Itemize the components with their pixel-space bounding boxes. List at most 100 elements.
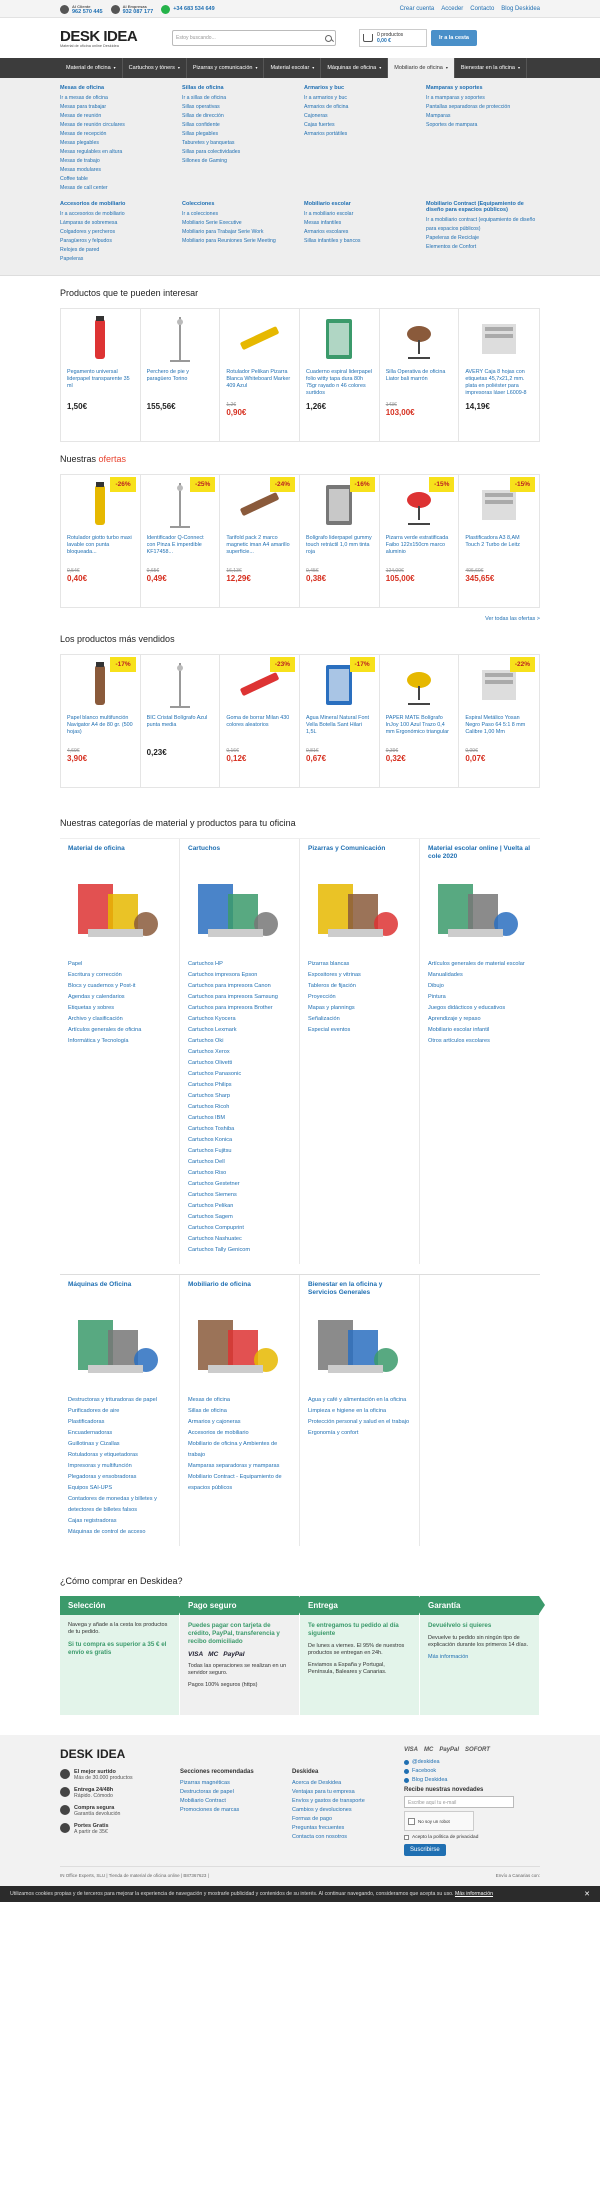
category-link[interactable]: Manualidades — [428, 970, 532, 981]
mega-menu-link[interactable]: Armarios escolares — [304, 228, 418, 237]
product-name[interactable]: Cuaderno espiral liderpapel folio witty … — [306, 369, 373, 399]
newsletter-email-input[interactable]: Escribe aquí tu e-mail — [404, 1796, 514, 1808]
category-link[interactable]: Cartuchos Pelikan — [188, 1201, 291, 1212]
nav-item[interactable]: Bienestar en la oficina ▾ — [455, 58, 528, 78]
category-link[interactable]: Destructoras y trituradoras de papel — [68, 1395, 171, 1406]
category-link[interactable]: Cartuchos Philips — [188, 1080, 291, 1091]
category-link[interactable]: Cartuchos IBM — [188, 1113, 291, 1124]
category-link[interactable]: Rotuladoras y etiquetadoras — [68, 1450, 171, 1461]
category-image[interactable] — [308, 1305, 408, 1385]
product-name[interactable]: Pegamento universal liderpapel transpare… — [67, 369, 134, 399]
category-link[interactable]: Cartuchos Compuprint — [188, 1223, 291, 1234]
category-title[interactable]: Material escolar online | Vuelta al cole… — [428, 845, 532, 865]
category-link[interactable]: Expositores y vitrinas — [308, 970, 411, 981]
category-link[interactable]: Purificadores de aire — [68, 1406, 171, 1417]
mega-menu-link[interactable]: Mesas de reunión — [60, 112, 174, 121]
social-link[interactable]: Blog Deskidea — [404, 1776, 540, 1785]
captcha-widget[interactable]: No soy un robot — [404, 1811, 474, 1831]
mega-menu-link[interactable]: Mesas plegables — [60, 139, 174, 148]
product-card[interactable]: Perchero de pie y paragüero Torino 155,56… — [141, 309, 221, 441]
mega-menu-link[interactable]: Mesas modulares — [60, 166, 174, 175]
footer-link[interactable]: Pizarras magnéticas — [180, 1779, 292, 1788]
category-link[interactable]: Cartuchos impresora Epson — [188, 970, 291, 981]
whatsapp-block[interactable]: +34 683 534 649 — [161, 4, 215, 14]
product-card[interactable]: -15% Pizarra verde estratificada Faibo 12… — [380, 475, 460, 607]
category-link[interactable]: Cartuchos Toshiba — [188, 1124, 291, 1135]
category-link[interactable]: Agendas y calendarios — [68, 992, 171, 1003]
category-link[interactable]: Aprendizaje y repaso — [428, 1014, 532, 1025]
category-title[interactable]: Cartuchos — [188, 845, 291, 865]
category-link[interactable]: Otros artículos escolares — [428, 1036, 532, 1047]
mega-menu-link[interactable]: Mesas de trabajo — [60, 157, 174, 166]
product-card[interactable]: Pegamento universal liderpapel transpare… — [61, 309, 141, 441]
product-name[interactable]: Identificador Q-Connect con Pinza E impe… — [147, 535, 214, 565]
footer-link[interactable]: Acerca de Deskidea — [292, 1779, 404, 1788]
category-link[interactable]: Cartuchos para impresora Brother — [188, 1003, 291, 1014]
category-title[interactable]: Mobiliario de oficina — [188, 1281, 291, 1301]
mega-menu-link[interactable]: Sillas plegables — [182, 130, 296, 139]
category-link[interactable]: Accesorios de mobiliario — [188, 1428, 291, 1439]
product-card[interactable]: -23% Goma de borrar Milan 430 colores ale… — [220, 655, 301, 787]
category-link[interactable]: Cartuchos Fujitsu — [188, 1146, 291, 1157]
product-image[interactable] — [155, 660, 205, 710]
mega-menu-link[interactable]: Coffee table — [60, 175, 174, 184]
footer-link[interactable]: Cambios y devoluciones — [292, 1806, 404, 1815]
nav-item[interactable]: Máquinas de oficina ▾ — [321, 58, 389, 78]
mega-menu-link[interactable]: Mobiliario para Reuniones Serie Meeting — [182, 237, 296, 246]
category-link[interactable]: Cartuchos HP — [188, 959, 291, 970]
mega-menu-link[interactable]: Mobiliario para Trabajar Serie Work — [182, 228, 296, 237]
product-name[interactable]: Rotulador Pelikan Pizarra Blanca Whitebo… — [226, 369, 293, 399]
search-icon[interactable] — [325, 34, 332, 42]
category-link[interactable]: Pizarras blancas — [308, 959, 411, 970]
cart-summary[interactable]: 0 productos 0,00 € — [359, 29, 427, 47]
product-name[interactable]: Tarifold pack 2 marco magnetic iman A4 a… — [226, 535, 293, 565]
product-name[interactable]: Goma de borrar Milan 430 colores aleator… — [226, 715, 293, 745]
create-account-link[interactable]: Crear cuenta — [400, 6, 435, 12]
mega-menu-link[interactable]: Elementos de Confort — [426, 243, 540, 252]
product-card[interactable]: -15% Plastificadora A3 8,AM Touch 2 Turbo… — [459, 475, 539, 607]
category-link[interactable]: Plegadoras y ensobradoras — [68, 1472, 171, 1483]
category-link[interactable]: Plastificadoras — [68, 1417, 171, 1428]
subscribe-button[interactable]: Suscribirse — [404, 1844, 446, 1856]
category-link[interactable]: Cartuchos Nashuatec — [188, 1234, 291, 1245]
mega-menu-link[interactable]: Mobiliario Serie Executive — [182, 219, 296, 228]
checkout-button[interactable]: Ir a la cesta — [431, 30, 477, 46]
product-name[interactable]: Plastificadora A3 8,AM Touch 2 Turbo de … — [465, 535, 533, 565]
mega-menu-link[interactable]: Mamparas — [426, 112, 540, 121]
mega-menu-link[interactable]: Relojes de pared — [60, 246, 174, 255]
category-link[interactable]: Dibujo — [428, 981, 532, 992]
category-link[interactable]: Pintura — [428, 992, 532, 1003]
login-link[interactable]: Acceder — [441, 6, 463, 12]
product-image[interactable] — [394, 660, 444, 710]
mega-menu-link[interactable]: Cajoneras — [304, 112, 418, 121]
category-link[interactable]: Cartuchos Oki — [188, 1036, 291, 1047]
mega-menu-link[interactable]: Ir a mobiliario escolar — [304, 210, 418, 219]
category-link[interactable]: Cartuchos Lexmark — [188, 1025, 291, 1036]
category-link[interactable]: Cartuchos Sharp — [188, 1091, 291, 1102]
mega-menu-heading[interactable]: Colecciones — [182, 201, 296, 207]
product-name[interactable]: Papel blanco multifunción Navigator A4 d… — [67, 715, 134, 745]
category-link[interactable]: Cartuchos Ricoh — [188, 1102, 291, 1113]
category-title[interactable]: Pizarras y Comunicación — [308, 845, 411, 865]
category-link[interactable]: Limpieza e higiene en la oficina — [308, 1406, 411, 1417]
category-link[interactable]: Especial eventos — [308, 1025, 411, 1036]
category-link[interactable]: Tableros de fijación — [308, 981, 411, 992]
category-image[interactable] — [188, 869, 288, 949]
category-link[interactable]: Mobiliario escolar infantil — [428, 1025, 532, 1036]
category-link[interactable]: Mamparas separadoras y mamparas — [188, 1461, 291, 1472]
product-name[interactable]: Perchero de pie y paragüero Torino — [147, 369, 214, 399]
close-icon[interactable]: ✕ — [584, 1890, 590, 1898]
search-input[interactable]: Estoy buscando... — [172, 30, 336, 46]
footer-logo[interactable]: DESK IDEA — [60, 1747, 180, 1761]
product-card[interactable]: -25% Identificador Q-Connect con Pinza E … — [141, 475, 221, 607]
contact-link[interactable]: Contacto — [470, 6, 494, 12]
product-name[interactable]: Pizarra verde estratificada Faibo 122x15… — [386, 535, 453, 565]
footer-link[interactable]: Formas de pago — [292, 1815, 404, 1824]
category-link[interactable]: Blocs y cuadernos y Post-it — [68, 981, 171, 992]
blog-link[interactable]: Blog Deskidea — [501, 6, 540, 12]
category-link[interactable]: Agua y café y alimentación en la oficina — [308, 1395, 411, 1406]
product-name[interactable]: Silla Operativa de oficina Liator bali m… — [386, 369, 453, 399]
category-link[interactable]: Cartuchos Riso — [188, 1168, 291, 1179]
logo[interactable]: DESK IDEA Material de oficina online Des… — [60, 29, 160, 48]
product-image[interactable] — [314, 314, 364, 364]
